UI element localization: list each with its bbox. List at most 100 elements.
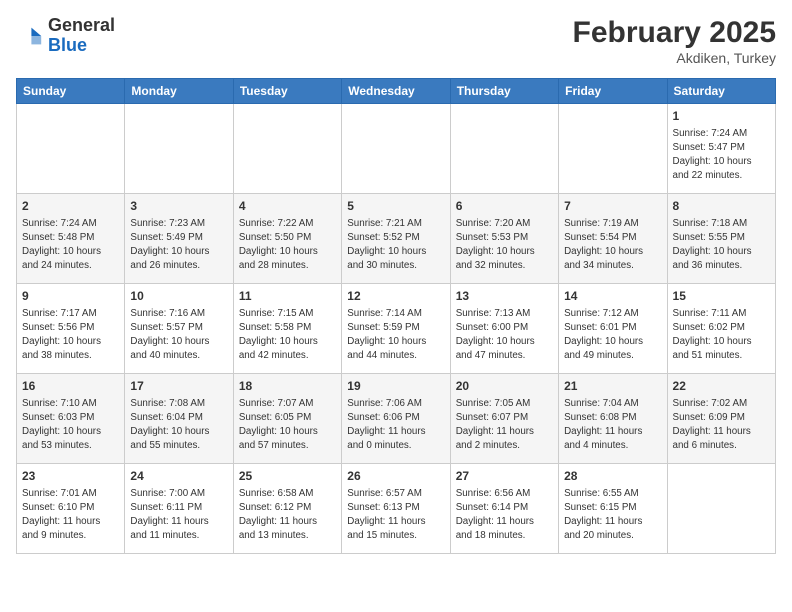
calendar-cell: 28 Sunrise: 6:55 AMSunset: 6:15 PMDayligh… — [559, 464, 667, 554]
calendar-cell — [233, 104, 341, 194]
day-number: 26 — [347, 468, 444, 485]
calendar-cell: 24 Sunrise: 7:00 AMSunset: 6:11 PMDayligh… — [125, 464, 233, 554]
day-info: Sunrise: 7:05 AMSunset: 6:07 PMDaylight:… — [456, 397, 553, 454]
day-info: Sunrise: 7:15 AMSunset: 5:58 PMDaylight:… — [239, 307, 336, 364]
day-header: Thursday — [450, 79, 558, 104]
header-row: SundayMondayTuesdayWednesdayThursdayFrid… — [17, 79, 776, 104]
day-number: 22 — [673, 378, 770, 395]
day-info: Sunrise: 6:57 AMSunset: 6:13 PMDaylight:… — [347, 487, 444, 544]
calendar-cell — [342, 104, 450, 194]
day-info: Sunrise: 7:24 AMSunset: 5:47 PMDaylight:… — [673, 127, 770, 184]
calendar-cell — [450, 104, 558, 194]
day-info: Sunrise: 7:16 AMSunset: 5:57 PMDaylight:… — [130, 307, 227, 364]
calendar-cell: 21 Sunrise: 7:04 AMSunset: 6:08 PMDayligh… — [559, 374, 667, 464]
day-info: Sunrise: 7:10 AMSunset: 6:03 PMDaylight:… — [22, 397, 119, 454]
day-number: 10 — [130, 288, 227, 305]
day-number: 2 — [22, 198, 119, 215]
day-number: 24 — [130, 468, 227, 485]
day-info: Sunrise: 7:02 AMSunset: 6:09 PMDaylight:… — [673, 397, 770, 454]
calendar-week-row: 1 Sunrise: 7:24 AMSunset: 5:47 PMDaylight… — [17, 104, 776, 194]
day-info: Sunrise: 7:00 AMSunset: 6:11 PMDaylight:… — [130, 487, 227, 544]
day-number: 27 — [456, 468, 553, 485]
calendar-cell: 20 Sunrise: 7:05 AMSunset: 6:07 PMDayligh… — [450, 374, 558, 464]
day-number: 21 — [564, 378, 661, 395]
month-year: February 2025 — [573, 16, 776, 50]
title-block: February 2025 Akdiken, Turkey — [573, 16, 776, 66]
calendar-week-row: 9 Sunrise: 7:17 AMSunset: 5:56 PMDaylight… — [17, 284, 776, 374]
day-number: 7 — [564, 198, 661, 215]
day-info: Sunrise: 7:17 AMSunset: 5:56 PMDaylight:… — [22, 307, 119, 364]
day-number: 18 — [239, 378, 336, 395]
day-header: Friday — [559, 79, 667, 104]
page-header: General Blue February 2025 Akdiken, Turk… — [16, 16, 776, 66]
day-number: 1 — [673, 108, 770, 125]
day-number: 28 — [564, 468, 661, 485]
day-header: Saturday — [667, 79, 775, 104]
calendar-week-row: 2 Sunrise: 7:24 AMSunset: 5:48 PMDaylight… — [17, 194, 776, 284]
calendar-cell: 6Sunrise: 7:20 AMSunset: 5:53 PMDaylight… — [450, 194, 558, 284]
day-info: Sunrise: 6:56 AMSunset: 6:14 PMDaylight:… — [456, 487, 553, 544]
calendar-cell: 1 Sunrise: 7:24 AMSunset: 5:47 PMDaylight… — [667, 104, 775, 194]
calendar-cell: 22 Sunrise: 7:02 AMSunset: 6:09 PMDayligh… — [667, 374, 775, 464]
calendar-table: SundayMondayTuesdayWednesdayThursdayFrid… — [16, 78, 776, 554]
day-number: 17 — [130, 378, 227, 395]
day-number: 11 — [239, 288, 336, 305]
calendar-cell: 8Sunrise: 7:18 AMSunset: 5:55 PMDaylight… — [667, 194, 775, 284]
day-number: 9 — [22, 288, 119, 305]
calendar-cell: 13Sunrise: 7:13 AMSunset: 6:00 PMDayligh… — [450, 284, 558, 374]
calendar-cell: 4 Sunrise: 7:22 AMSunset: 5:50 PMDaylight… — [233, 194, 341, 284]
calendar-cell: 27 Sunrise: 6:56 AMSunset: 6:14 PMDayligh… — [450, 464, 558, 554]
calendar-cell — [667, 464, 775, 554]
day-number: 14 — [564, 288, 661, 305]
day-number: 12 — [347, 288, 444, 305]
calendar-cell: 3 Sunrise: 7:23 AMSunset: 5:49 PMDaylight… — [125, 194, 233, 284]
calendar-cell — [559, 104, 667, 194]
logo-blue: Blue — [48, 35, 87, 55]
day-info: Sunrise: 6:55 AMSunset: 6:15 PMDaylight:… — [564, 487, 661, 544]
calendar-week-row: 23Sunrise: 7:01 AMSunset: 6:10 PMDayligh… — [17, 464, 776, 554]
logo: General Blue — [16, 16, 115, 56]
day-info: Sunrise: 7:19 AMSunset: 5:54 PMDaylight:… — [564, 217, 661, 274]
logo-general: General — [48, 15, 115, 35]
day-number: 25 — [239, 468, 336, 485]
calendar-cell: 12 Sunrise: 7:14 AMSunset: 5:59 PMDayligh… — [342, 284, 450, 374]
calendar-cell: 16Sunrise: 7:10 AMSunset: 6:03 PMDayligh… — [17, 374, 125, 464]
calendar-cell: 19Sunrise: 7:06 AMSunset: 6:06 PMDayligh… — [342, 374, 450, 464]
calendar-cell — [17, 104, 125, 194]
calendar-cell: 9 Sunrise: 7:17 AMSunset: 5:56 PMDaylight… — [17, 284, 125, 374]
calendar-cell: 25 Sunrise: 6:58 AMSunset: 6:12 PMDayligh… — [233, 464, 341, 554]
day-info: Sunrise: 7:12 AMSunset: 6:01 PMDaylight:… — [564, 307, 661, 364]
day-header: Tuesday — [233, 79, 341, 104]
day-info: Sunrise: 7:24 AMSunset: 5:48 PMDaylight:… — [22, 217, 119, 274]
day-info: Sunrise: 7:22 AMSunset: 5:50 PMDaylight:… — [239, 217, 336, 274]
day-info: Sunrise: 7:07 AMSunset: 6:05 PMDaylight:… — [239, 397, 336, 454]
logo-icon — [16, 22, 44, 50]
day-info: Sunrise: 7:08 AMSunset: 6:04 PMDaylight:… — [130, 397, 227, 454]
day-number: 23 — [22, 468, 119, 485]
day-number: 4 — [239, 198, 336, 215]
calendar-cell: 7 Sunrise: 7:19 AMSunset: 5:54 PMDaylight… — [559, 194, 667, 284]
calendar-header: SundayMondayTuesdayWednesdayThursdayFrid… — [17, 79, 776, 104]
day-info: Sunrise: 6:58 AMSunset: 6:12 PMDaylight:… — [239, 487, 336, 544]
day-info: Sunrise: 7:04 AMSunset: 6:08 PMDaylight:… — [564, 397, 661, 454]
day-info: Sunrise: 7:11 AMSunset: 6:02 PMDaylight:… — [673, 307, 770, 364]
calendar-week-row: 16Sunrise: 7:10 AMSunset: 6:03 PMDayligh… — [17, 374, 776, 464]
day-number: 15 — [673, 288, 770, 305]
location: Akdiken, Turkey — [573, 50, 776, 66]
day-info: Sunrise: 7:23 AMSunset: 5:49 PMDaylight:… — [130, 217, 227, 274]
calendar-cell — [125, 104, 233, 194]
calendar-cell: 17 Sunrise: 7:08 AMSunset: 6:04 PMDayligh… — [125, 374, 233, 464]
calendar-cell: 18 Sunrise: 7:07 AMSunset: 6:05 PMDayligh… — [233, 374, 341, 464]
calendar-cell: 23Sunrise: 7:01 AMSunset: 6:10 PMDayligh… — [17, 464, 125, 554]
calendar-cell: 14 Sunrise: 7:12 AMSunset: 6:01 PMDayligh… — [559, 284, 667, 374]
day-number: 8 — [673, 198, 770, 215]
day-info: Sunrise: 7:13 AMSunset: 6:00 PMDaylight:… — [456, 307, 553, 364]
day-info: Sunrise: 7:06 AMSunset: 6:06 PMDaylight:… — [347, 397, 444, 454]
day-info: Sunrise: 7:14 AMSunset: 5:59 PMDaylight:… — [347, 307, 444, 364]
calendar-body: 1 Sunrise: 7:24 AMSunset: 5:47 PMDaylight… — [17, 104, 776, 554]
logo-text: General Blue — [48, 16, 115, 56]
day-number: 3 — [130, 198, 227, 215]
day-number: 20 — [456, 378, 553, 395]
calendar-cell: 2 Sunrise: 7:24 AMSunset: 5:48 PMDaylight… — [17, 194, 125, 284]
day-number: 5 — [347, 198, 444, 215]
